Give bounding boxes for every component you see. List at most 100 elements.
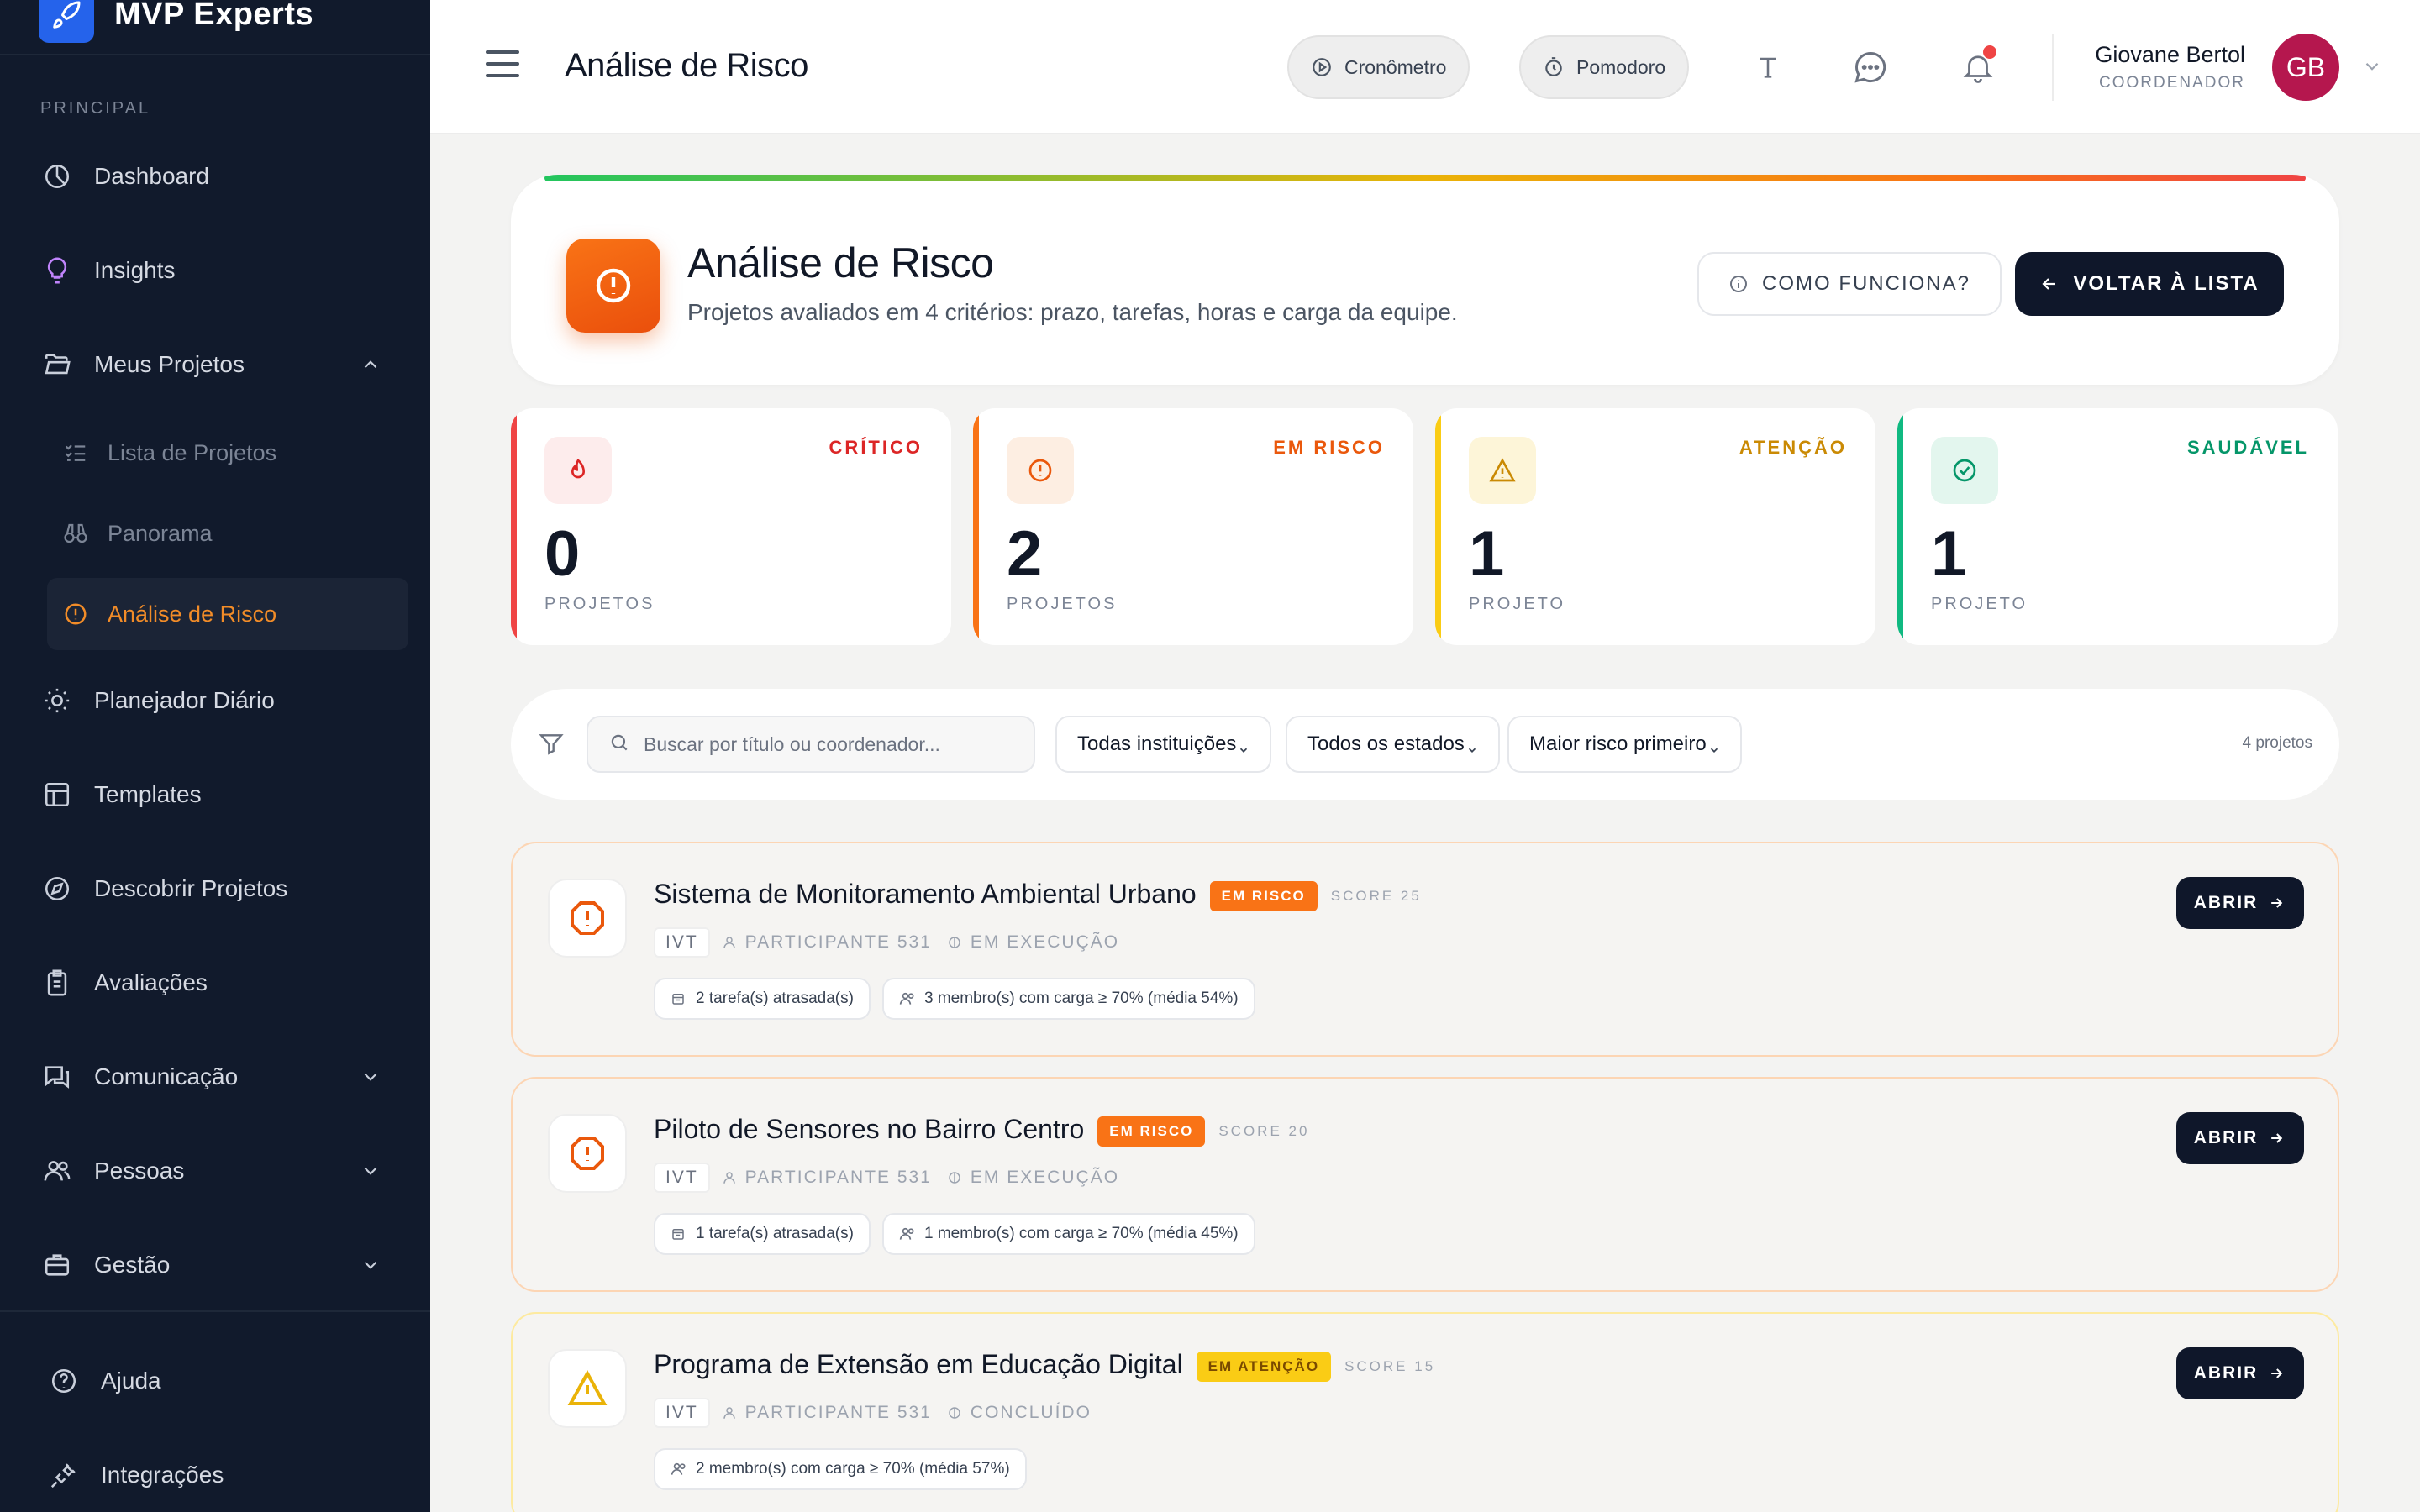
institution-tag: IVT bbox=[654, 1398, 710, 1428]
sidebar-item-meus-projetos[interactable]: Meus Projetos bbox=[40, 339, 377, 390]
sidebar-item-label: Comunicação bbox=[94, 1063, 239, 1089]
stat-label: SAUDÁVEL bbox=[2186, 437, 2309, 458]
stat-unit: PROJETO bbox=[1931, 595, 2028, 613]
project-title[interactable]: Sistema de Monitoramento Ambiental Urban… bbox=[654, 879, 1197, 909]
chevron-down-icon[interactable] bbox=[360, 1064, 385, 1089]
sidebar-item-integracoes[interactable]: Integrações bbox=[47, 1450, 224, 1500]
risk-chips: 1 tarefa(s) atrasada(s) 1 membro(s) com … bbox=[654, 1213, 1267, 1255]
sidebar-item-planejador-diario[interactable]: Planejador Diário bbox=[40, 675, 275, 726]
compass-icon bbox=[40, 872, 74, 906]
open-project-button[interactable]: ABRIR bbox=[2176, 877, 2304, 929]
alert-circle-icon bbox=[1007, 437, 1074, 504]
avatar[interactable]: GB bbox=[2272, 34, 2339, 101]
sidebar-item-insights[interactable]: Insights bbox=[40, 245, 176, 296]
sidebar-subitem-analise-de-risco[interactable]: Análise de Risco bbox=[47, 578, 408, 650]
top-header: Análise de Risco Cronômetro Pomodoro Gio… bbox=[430, 0, 2420, 134]
sidebar-item-comunicacao[interactable]: Comunicação bbox=[40, 1052, 377, 1102]
project-card: Piloto de Sensores no Bairro Centro EM RI… bbox=[511, 1077, 2339, 1292]
sidebar-subitem-panorama[interactable]: Panorama bbox=[47, 497, 408, 570]
back-to-list-button[interactable]: VOLTAR À LISTA bbox=[2015, 252, 2284, 316]
institution-tag: IVT bbox=[654, 1163, 710, 1193]
project-title-row: Programa de Extensão em Educação Digital… bbox=[654, 1349, 1435, 1382]
status-circle-icon bbox=[947, 1404, 964, 1421]
stat-unit: PROJETOS bbox=[544, 595, 655, 613]
project-title-row: Sistema de Monitoramento Ambiental Urban… bbox=[654, 879, 1422, 911]
risk-gradient-bar bbox=[544, 175, 2306, 181]
sidebar-item-dashboard[interactable]: Dashboard bbox=[40, 151, 209, 202]
stat-value: 1 bbox=[1931, 518, 1967, 590]
stat-label: CRÍTICO bbox=[829, 437, 923, 458]
check-circle-icon bbox=[1931, 437, 1998, 504]
pomodoro-button[interactable]: Pomodoro bbox=[1519, 35, 1690, 99]
menu-icon[interactable] bbox=[486, 50, 519, 81]
institution-select[interactable]: Todas instituições bbox=[1055, 716, 1272, 773]
sidebar-subitem-label: Análise de Risco bbox=[108, 601, 277, 627]
stat-card-em-risco[interactable]: EM RISCO 2 PROJETOS bbox=[973, 408, 1413, 645]
sidebar-item-label: Insights bbox=[94, 257, 176, 283]
open-label: ABRIR bbox=[2193, 1128, 2259, 1147]
user-role: COORDENADOR bbox=[2098, 74, 2245, 92]
text-size-icon[interactable] bbox=[1748, 47, 1788, 87]
filter-icon bbox=[538, 731, 566, 759]
user-name: Giovane Bertol bbox=[2095, 42, 2245, 67]
alert-octagon-icon bbox=[548, 879, 627, 958]
stat-card-saudavel[interactable]: SAUDÁVEL 1 PROJETO bbox=[1897, 408, 2338, 645]
notification-dot bbox=[1983, 45, 1996, 59]
status-text: EM EXECUÇÃO bbox=[970, 1168, 1120, 1187]
users-icon bbox=[899, 990, 916, 1007]
pomodoro-label: Pomodoro bbox=[1576, 55, 1666, 78]
users-icon bbox=[671, 1461, 687, 1478]
chevron-down-icon bbox=[1708, 738, 1720, 753]
participant-text: PARTICIPANTE 531 bbox=[744, 1403, 932, 1422]
project-title[interactable]: Programa de Extensão em Educação Digital bbox=[654, 1349, 1183, 1379]
user-icon bbox=[722, 1169, 739, 1186]
brand[interactable]: MVP Experts bbox=[0, 0, 430, 55]
sidebar-item-label: Avaliações bbox=[94, 969, 208, 995]
chip-text: 2 membro(s) com carga ≥ 70% (média 57%) bbox=[696, 1460, 1010, 1478]
sidebar-item-avaliacoes[interactable]: Avaliações bbox=[40, 958, 208, 1008]
sidebar-item-ajuda[interactable]: Ajuda bbox=[47, 1356, 161, 1406]
chevron-down-icon[interactable] bbox=[360, 1158, 385, 1184]
risk-chip: 1 tarefa(s) atrasada(s) bbox=[654, 1213, 871, 1255]
user-icon bbox=[722, 934, 739, 951]
back-to-list-label: VOLTAR À LISTA bbox=[2073, 272, 2260, 295]
stat-accent bbox=[1435, 408, 1441, 645]
risk-score: SCORE 25 bbox=[1330, 887, 1422, 904]
cronometro-button[interactable]: Cronômetro bbox=[1287, 35, 1470, 99]
sidebar-subitem-lista-de-projetos[interactable]: Lista de Projetos bbox=[47, 417, 408, 489]
risk-chips: 2 membro(s) com carga ≥ 70% (média 57%) bbox=[654, 1448, 1039, 1490]
messages-icon bbox=[40, 1060, 74, 1094]
stat-value: 0 bbox=[544, 518, 581, 590]
chevron-down-icon[interactable] bbox=[2361, 55, 2386, 81]
bell-icon[interactable] bbox=[1958, 45, 1998, 87]
chevron-down-icon[interactable] bbox=[360, 1252, 385, 1278]
risk-chip: 2 membro(s) com carga ≥ 70% (média 57%) bbox=[654, 1448, 1027, 1490]
open-project-button[interactable]: ABRIR bbox=[2176, 1347, 2304, 1399]
arrow-right-icon bbox=[2268, 894, 2286, 912]
sidebar-item-pessoas[interactable]: Pessoas bbox=[40, 1146, 377, 1196]
help-circle-icon bbox=[47, 1364, 81, 1398]
sidebar-item-descobrir-projetos[interactable]: Descobrir Projetos bbox=[40, 864, 287, 914]
chevron-up-icon[interactable] bbox=[360, 352, 385, 377]
sidebar-divider bbox=[0, 1310, 430, 1312]
search-input[interactable] bbox=[644, 732, 1030, 756]
chat-icon[interactable] bbox=[1850, 47, 1891, 87]
open-project-button[interactable]: ABRIR bbox=[2176, 1112, 2304, 1164]
sort-select[interactable]: Maior risco primeiro bbox=[1507, 716, 1742, 773]
stat-card-critico[interactable]: CRÍTICO 0 PROJETOS bbox=[511, 408, 951, 645]
open-label: ABRIR bbox=[2193, 893, 2259, 912]
sidebar-item-templates[interactable]: Templates bbox=[40, 769, 202, 820]
stat-card-atencao[interactable]: ATENÇÃO 1 PROJETO bbox=[1435, 408, 1876, 645]
briefcase-icon bbox=[40, 1248, 74, 1282]
status-circle-icon bbox=[947, 1169, 964, 1186]
state-select[interactable]: Todos os estados bbox=[1286, 716, 1500, 773]
warning-triangle-icon bbox=[548, 1349, 627, 1428]
sidebar: MVP Experts PRINCIPAL Dashboard Insights… bbox=[0, 0, 430, 1512]
search-icon bbox=[608, 732, 630, 758]
chip-text: 1 tarefa(s) atrasada(s) bbox=[696, 1225, 854, 1242]
how-it-works-button[interactable]: COMO FUNCIONA? bbox=[1697, 252, 2002, 316]
project-title[interactable]: Piloto de Sensores no Bairro Centro bbox=[654, 1114, 1084, 1144]
cronometro-label: Cronômetro bbox=[1344, 55, 1447, 78]
hero-title: Análise de Risco bbox=[687, 239, 994, 286]
sidebar-item-gestao[interactable]: Gestão bbox=[40, 1240, 377, 1290]
